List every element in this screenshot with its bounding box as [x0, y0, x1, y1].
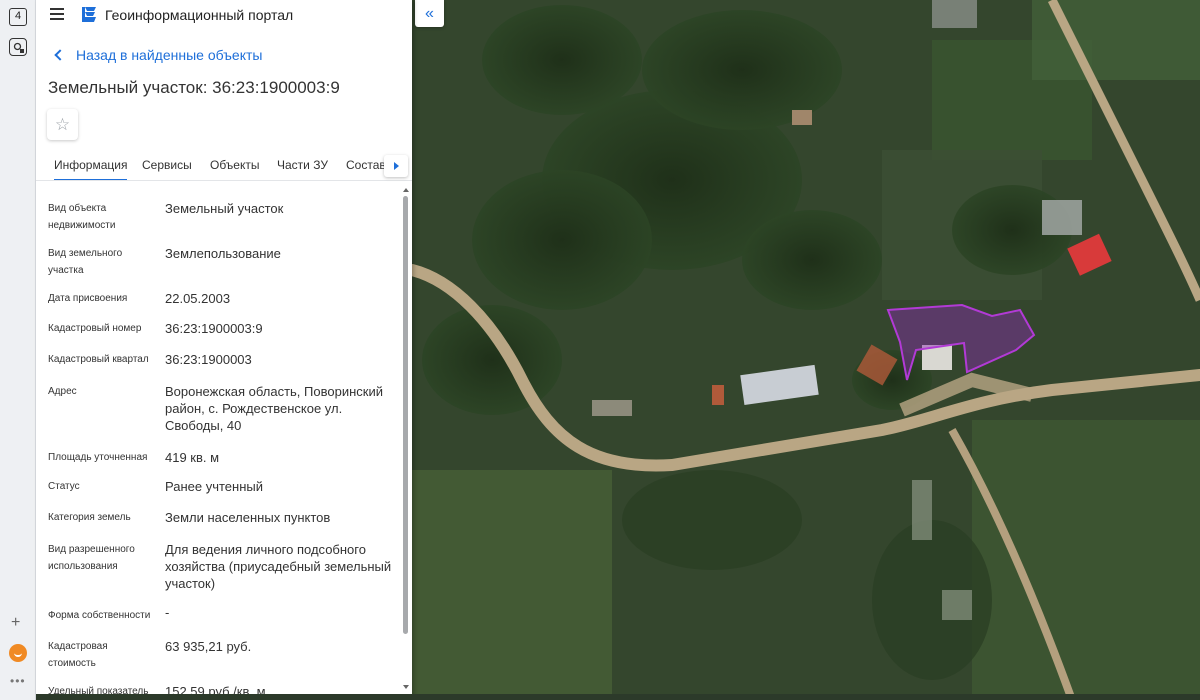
property-value: 36:23:1900003:9 — [165, 321, 263, 336]
property-value: 22.05.2003 — [165, 291, 231, 306]
property-label: Дата присвоения — [48, 293, 128, 304]
tabs-scroll-right-button[interactable] — [384, 155, 408, 177]
property-value: Для ведения личного подсобного хозяйства… — [165, 542, 392, 591]
os-sidebar: 4 + ••• — [0, 0, 36, 700]
collapse-panel-button[interactable]: « — [415, 0, 444, 27]
property-label: Кадастровая стоимость — [48, 641, 108, 669]
tab-composition[interactable]: Состав — [346, 158, 386, 172]
map-imagery[interactable] — [412, 0, 1200, 700]
property-label: Вид объекта недвижимости — [48, 203, 116, 231]
chevron-left-icon — [54, 49, 66, 61]
property-label: Категория земель — [48, 512, 131, 523]
info-panel: Геоинформационный портал Назад в найденн… — [36, 0, 412, 700]
property-value: 36:23:1900003 — [165, 352, 252, 367]
property-value: Воронежская область, Поворинский район, … — [165, 384, 383, 433]
back-to-results-link[interactable]: Назад в найденные объекты — [54, 47, 262, 63]
scroll-up-icon[interactable] — [403, 188, 409, 192]
property-value: 419 кв. м — [165, 450, 220, 465]
property-label: Адрес — [48, 386, 77, 397]
property-value: Ранее учтенный — [165, 479, 263, 494]
property-value: 63 935,21 руб. — [165, 639, 252, 654]
screenshot-glyph-icon — [13, 42, 24, 53]
property-value: Землепользование — [165, 246, 281, 261]
property-value: Земли населенных пунктов — [165, 510, 331, 525]
properties-list: Вид объекта недвижимости Земельный участ… — [36, 186, 398, 700]
page-title: Земельный участок: 36:23:1900003:9 — [48, 78, 340, 97]
property-label: Кадастровый квартал — [48, 354, 149, 365]
property-label: Площадь уточненная — [48, 452, 148, 463]
hamburger-menu-icon[interactable] — [50, 8, 64, 20]
more-dots-icon[interactable]: ••• — [10, 674, 26, 688]
tab-information[interactable]: Информация — [54, 158, 128, 180]
tab-bar: Информация Сервисы Объекты Части ЗУ Сост… — [36, 150, 412, 181]
satellite-map[interactable] — [412, 0, 1200, 700]
property-label: Статус — [48, 481, 80, 492]
tab-parcel-parts[interactable]: Части ЗУ — [277, 158, 328, 172]
screenshot-icon[interactable] — [9, 38, 27, 56]
panel-header: Геоинформационный портал — [36, 0, 412, 30]
plus-icon[interactable]: + — [11, 614, 20, 632]
odnoklassniki-icon[interactable] — [9, 644, 27, 662]
tab-services[interactable]: Сервисы — [142, 158, 192, 172]
scrollbar-thumb[interactable] — [403, 196, 408, 634]
property-label: Вид земельного участка — [48, 248, 123, 276]
properties-scrollbar[interactable] — [400, 186, 412, 694]
property-label: Вид разрешенного использования — [48, 544, 135, 572]
tab-counter-icon[interactable]: 4 — [9, 8, 27, 26]
property-label: Форма собственности — [48, 610, 151, 621]
favorite-button[interactable]: ☆ — [47, 109, 78, 140]
star-icon: ☆ — [54, 114, 71, 134]
chevron-right-icon — [393, 162, 399, 170]
portal-logo-icon — [82, 7, 96, 22]
property-label: Кадастровый номер — [48, 323, 142, 334]
tab-objects[interactable]: Объекты — [210, 158, 260, 172]
scroll-down-icon[interactable] — [403, 685, 409, 689]
back-link-label: Назад в найденные объекты — [76, 47, 263, 63]
app-title: Геоинформационный портал — [105, 7, 294, 23]
property-value: - — [165, 605, 170, 620]
bottom-scroll-strip — [36, 694, 1200, 700]
property-value: Земельный участок — [165, 201, 284, 216]
